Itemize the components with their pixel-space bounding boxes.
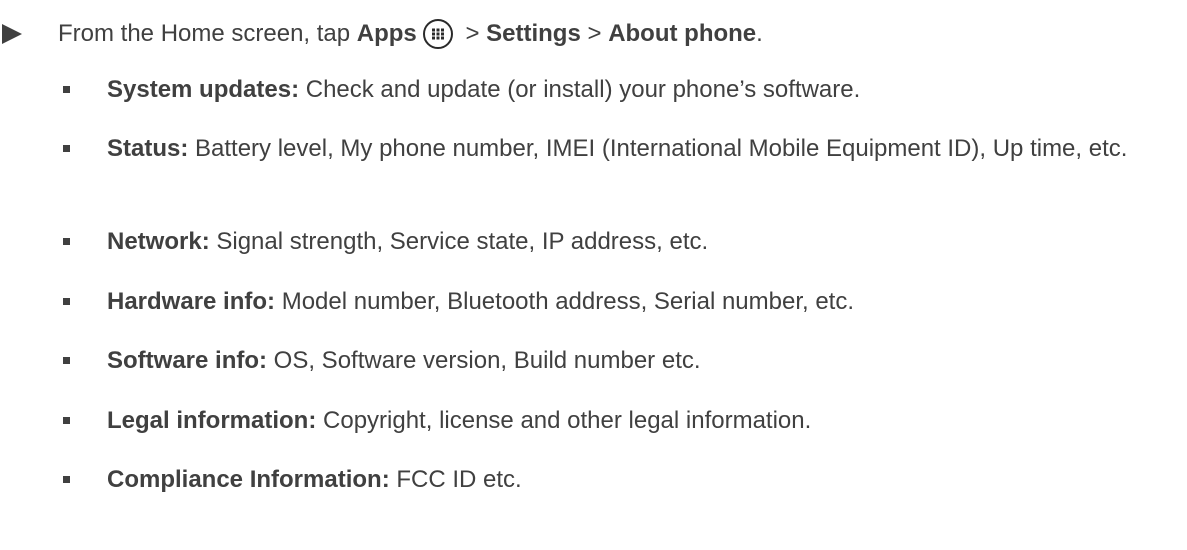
bullet-icon (63, 357, 70, 364)
item-label: Network: (107, 228, 210, 255)
list-item-legal-information: Legal information: Copyright, license an… (63, 405, 1182, 437)
item-text: OS, Software version, Build number etc. (267, 347, 701, 374)
item-label: Legal information: (107, 407, 317, 434)
instruction-prefix: From the Home screen, tap (58, 20, 357, 47)
item-text: Check and update (or install) your phone… (299, 76, 861, 103)
instruction-line: From the Home screen, tap Apps > Setting… (0, 14, 763, 54)
item-text: Signal strength, Service state, IP addre… (209, 228, 709, 255)
item-label: Status: (107, 135, 189, 162)
bullet-icon (63, 476, 70, 483)
item-text: Battery level, My phone number, IMEI (In… (188, 135, 1128, 162)
item-label: Software info: (107, 347, 267, 374)
item-label: Compliance Information: (107, 466, 390, 493)
list-item-compliance-information: Compliance Information: FCC ID etc. (63, 464, 1182, 496)
bullet-icon (63, 238, 70, 245)
list-item-status: Status: Battery level, My phone number, … (63, 133, 1182, 165)
arrow-pointer-icon (2, 24, 22, 44)
bullet-icon (63, 298, 70, 305)
list-item-network: Network: Signal strength, Service state,… (63, 226, 1182, 258)
apps-grid-icon (422, 19, 453, 49)
about-phone-label: About phone (608, 20, 757, 47)
apps-label: Apps (356, 20, 417, 47)
list-item-hardware-info: Hardware info: Model number, Bluetooth a… (63, 286, 1182, 318)
list-item-software-info: Software info: OS, Software version, Bui… (63, 345, 1182, 377)
item-label: System updates: (107, 76, 300, 103)
settings-label: Settings (486, 20, 581, 47)
item-label: Hardware info: (107, 288, 276, 315)
bullet-icon (63, 417, 70, 424)
bullet-icon (63, 86, 70, 93)
separator-1: > (458, 20, 487, 47)
list-item-system-updates: System updates: Check and update (or ins… (63, 74, 1182, 106)
instruction-suffix: . (756, 20, 763, 47)
item-text: FCC ID etc. (389, 466, 522, 493)
bullet-icon (63, 145, 70, 152)
item-text: Model number, Bluetooth address, Serial … (275, 288, 855, 315)
item-text: Copyright, license and other legal infor… (316, 407, 812, 434)
separator-2: > (580, 20, 609, 47)
